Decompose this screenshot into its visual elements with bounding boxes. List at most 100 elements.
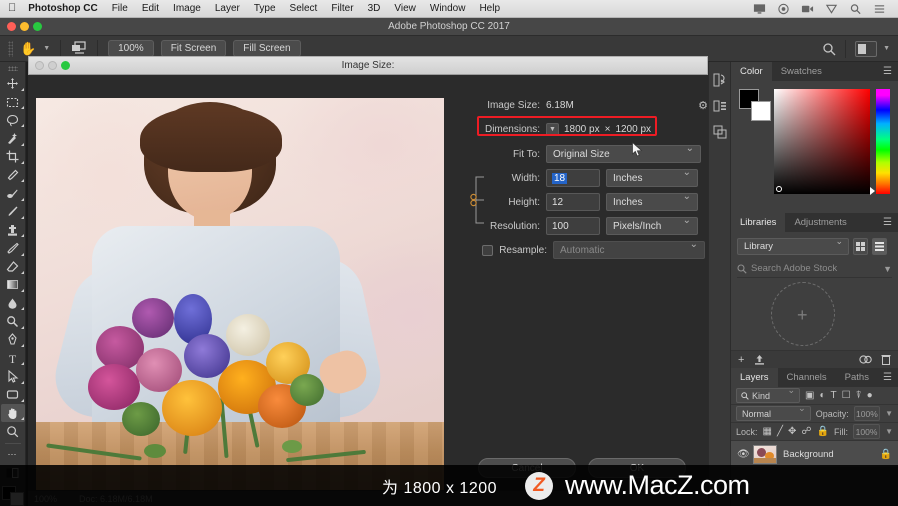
chevron-down-icon[interactable]: ▼ (883, 45, 890, 52)
properties-panel-icon[interactable] (712, 98, 728, 114)
history-panel-icon[interactable] (712, 72, 728, 88)
notification-center-icon[interactable] (873, 3, 886, 15)
menu-help[interactable]: Help (479, 3, 500, 14)
fit-screen-button[interactable]: Fit Screen (160, 40, 227, 57)
constrain-proportions-icon[interactable] (470, 171, 492, 229)
tab-swatches[interactable]: Swatches (772, 62, 831, 81)
pixel-filter-icon[interactable]: ▣ (805, 390, 814, 401)
zoom-100-button[interactable]: 100% (108, 40, 154, 57)
menu-filter[interactable]: Filter (331, 3, 353, 14)
menu-photoshop-cc[interactable]: Photoshop CC (28, 3, 97, 14)
height-unit-select[interactable]: Inches (606, 191, 698, 211)
crop-tool[interactable] (1, 148, 25, 166)
scroll-all-windows-icon[interactable] (71, 41, 87, 56)
lock-all-icon[interactable]: 🔒 (817, 426, 829, 437)
lock-transparency-icon[interactable]: ▦ (763, 426, 772, 437)
tab-color[interactable]: Color (731, 62, 772, 81)
trash-icon[interactable] (881, 354, 891, 365)
marquee-tool[interactable] (1, 93, 25, 111)
search-icon[interactable] (822, 42, 836, 56)
gear-icon[interactable]: ⚙ (698, 99, 708, 112)
menu-edit[interactable]: Edit (142, 3, 159, 14)
fill-screen-button[interactable]: Fill Screen (233, 40, 301, 57)
resample-checkbox[interactable] (482, 244, 493, 256)
options-bar-grip[interactable] (8, 40, 13, 57)
cloud-sync-icon[interactable] (859, 354, 872, 365)
gradient-tool[interactable] (1, 276, 25, 294)
display-icon[interactable] (753, 3, 766, 15)
hand-tool-icon[interactable]: ✋ (20, 41, 36, 57)
pen-tool[interactable] (1, 331, 25, 349)
canvas-area[interactable]: Image Size: 6.18M ⚙ Dimensions: ▼ 1800 p… (28, 76, 708, 506)
shape-filter-icon[interactable]: ☐ (842, 390, 851, 401)
height-input[interactable]: 12 (546, 193, 600, 211)
tab-layers[interactable]: Layers (731, 368, 778, 387)
apple-logo-icon[interactable]:  (8, 3, 16, 14)
menu-3d[interactable]: 3D (368, 3, 381, 14)
plus-icon[interactable]: + (797, 306, 808, 324)
fit-to-select[interactable]: Original Size (546, 143, 701, 163)
type-filter-icon[interactable]: T (831, 390, 837, 401)
dimensions-unit-dropdown[interactable]: ▼ (546, 122, 559, 136)
list-view-icon[interactable] (872, 238, 887, 255)
panel-menu-icon[interactable]: ☰ (883, 62, 898, 81)
clone-stamp-tool[interactable] (1, 221, 25, 239)
tab-channels[interactable]: Channels (778, 368, 836, 387)
grid-view-icon[interactable] (853, 238, 868, 255)
upload-icon[interactable] (754, 354, 765, 365)
menu-image[interactable]: Image (173, 3, 201, 14)
tab-adjustments[interactable]: Adjustments (785, 213, 855, 232)
screen-record-icon[interactable] (801, 3, 814, 15)
tab-libraries[interactable]: Libraries (731, 213, 786, 232)
width-unit-select[interactable]: Inches (606, 167, 698, 187)
eraser-tool[interactable] (1, 258, 25, 276)
tab-paths[interactable]: Paths (836, 368, 878, 387)
healing-brush-tool[interactable] (1, 184, 25, 202)
path-selection-tool[interactable] (1, 367, 25, 385)
tools-panel-grip[interactable] (7, 66, 18, 71)
layer-comps-panel-icon[interactable] (712, 124, 728, 140)
chevron-down-icon[interactable]: ▼ (883, 264, 892, 274)
chevron-down-icon[interactable]: ▼ (885, 409, 893, 418)
adobe-stock-search[interactable]: Search Adobe Stock ▼ (737, 260, 892, 278)
adjustment-filter-icon[interactable]: ◐ (819, 390, 825, 401)
lasso-tool[interactable] (1, 111, 25, 129)
panel-menu-icon[interactable]: ☰ (883, 368, 898, 387)
blend-mode-select[interactable]: Normal (736, 403, 811, 421)
chevron-down-icon[interactable]: ▼ (885, 427, 893, 436)
menu-type[interactable]: Type (254, 3, 276, 14)
menu-layer[interactable]: Layer (215, 3, 240, 14)
width-input[interactable]: 18 (546, 169, 600, 187)
menu-window[interactable]: Window (430, 3, 466, 14)
resolution-input[interactable]: 100 (546, 217, 600, 235)
dodge-tool[interactable] (1, 312, 25, 330)
lock-icon[interactable]: 🔒 (880, 449, 892, 460)
lock-image-icon[interactable]: ╱ (777, 426, 783, 437)
menu-select[interactable]: Select (290, 3, 318, 14)
chevron-down-icon[interactable]: ▼ (43, 45, 50, 52)
background-color-swatch[interactable] (751, 101, 771, 121)
hand-tool[interactable] (0, 403, 25, 423)
brush-tool[interactable] (1, 203, 25, 221)
workspace-switcher-icon[interactable] (855, 40, 878, 57)
rectangle-tool[interactable] (1, 386, 25, 404)
library-select[interactable]: Library (737, 236, 849, 255)
hue-slider[interactable] (870, 89, 890, 195)
lock-position-icon[interactable]: ✥ (788, 426, 796, 437)
spotlight-search-icon[interactable] (849, 3, 862, 15)
eyedropper-tool[interactable] (1, 166, 25, 184)
opacity-input[interactable]: 100% (853, 406, 881, 421)
history-brush-tool[interactable] (1, 239, 25, 257)
color-picker-swatches[interactable] (739, 89, 771, 121)
more-tools-icon[interactable]: ⋯ (1, 445, 25, 463)
fill-input[interactable]: 100% (852, 424, 881, 439)
resample-select[interactable]: Automatic (553, 239, 705, 259)
type-tool[interactable]: T (1, 349, 25, 367)
menu-file[interactable]: File (112, 3, 128, 14)
eye-icon[interactable]: 👁 (737, 449, 750, 460)
layer-kind-filter[interactable]: Kind (736, 385, 800, 403)
cloud-sync-icon[interactable] (777, 3, 790, 15)
smart-object-filter-icon[interactable]: ⍒ (856, 390, 862, 401)
add-element-icon[interactable]: + (738, 354, 744, 366)
layer-row-background[interactable]: 👁 Background 🔒 (731, 441, 898, 467)
